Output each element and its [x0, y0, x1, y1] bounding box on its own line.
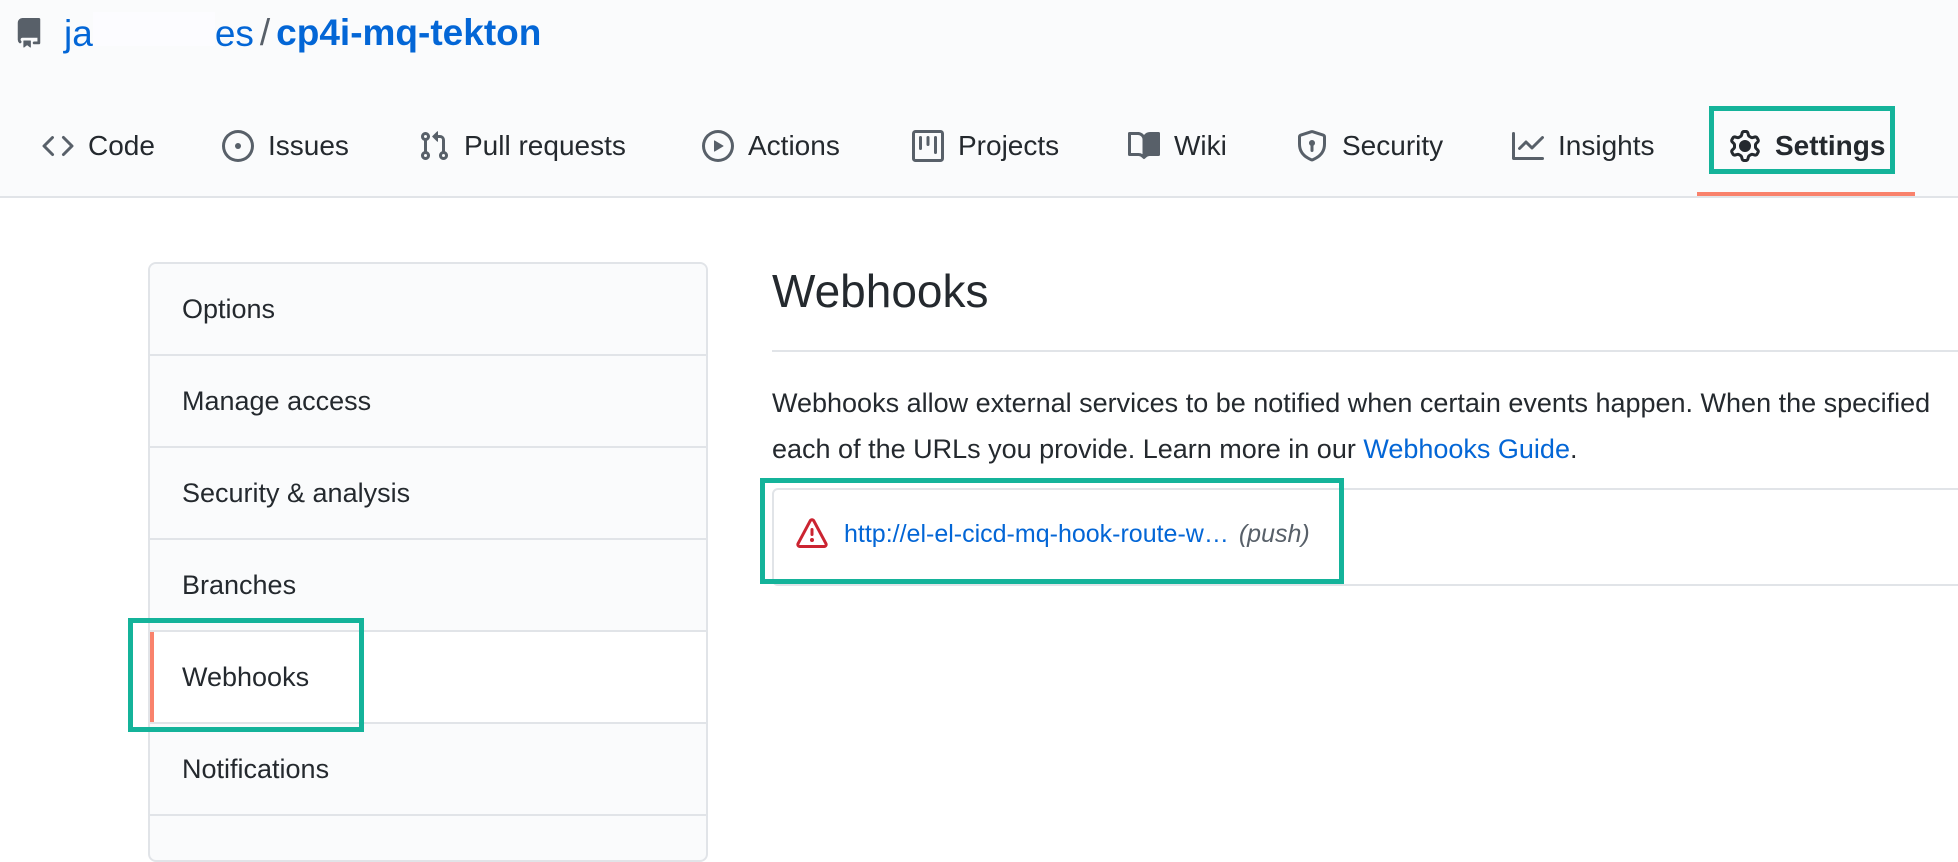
sidebar-item-security-analysis[interactable]: Security & analysis [150, 448, 706, 540]
sidebar-item-label: Options [182, 293, 276, 324]
sidebar-item-notifications[interactable]: Notifications [150, 724, 706, 816]
sidebar-item-label: Branches [182, 569, 297, 600]
project-icon [912, 130, 944, 162]
redacted-owner [92, 11, 215, 46]
tab-security[interactable]: Security [1296, 110, 1443, 182]
sidebar-item-options[interactable]: Options [150, 264, 706, 356]
tab-actions[interactable]: Actions [702, 110, 840, 182]
repo-header: ja es / cp4i-mq-tekton Code Issues Pull r… [0, 0, 1958, 198]
webhook-item-highlight [760, 478, 1344, 584]
tab-pull-requests[interactable]: Pull requests [418, 110, 626, 182]
tab-insights[interactable]: Insights [1512, 110, 1655, 182]
repo-icon [14, 15, 44, 51]
webhooks-description: Webhooks allow external services to be n… [772, 388, 1931, 464]
issue-opened-icon [222, 130, 254, 162]
tab-code[interactable]: Code [42, 110, 155, 182]
repo-name-link[interactable]: cp4i-mq-tekton [276, 12, 541, 54]
tab-wiki[interactable]: Wiki [1128, 110, 1227, 182]
play-icon [702, 130, 734, 162]
webhooks-guide-link[interactable]: Webhooks Guide [1363, 434, 1570, 464]
sidebar-item-label: Security & analysis [182, 477, 411, 508]
code-icon [42, 135, 74, 157]
sidebar-item-label: Notifications [182, 753, 330, 784]
page-title: Webhooks [772, 265, 989, 317]
webhooks-nav-highlight [128, 618, 364, 732]
sidebar-item-manage-access[interactable]: Manage access [150, 356, 706, 448]
repo-separator: / [259, 12, 271, 53]
repo-title: ja es / cp4i-mq-tekton [14, 8, 541, 58]
repo-owner-link[interactable]: ja es [64, 11, 254, 55]
git-pull-request-icon [420, 131, 449, 161]
book-icon [1128, 131, 1160, 159]
tab-issues[interactable]: Issues [222, 110, 349, 182]
selected-tab-underline [1697, 192, 1915, 196]
sidebar-item-label: Manage access [182, 385, 372, 416]
settings-tab-highlight [1709, 106, 1895, 174]
title-divider [772, 350, 1958, 352]
settings-sidebar: Options Manage access Security & analysi… [148, 262, 708, 862]
tab-projects[interactable]: Projects [912, 110, 1059, 182]
graph-icon [1512, 132, 1544, 160]
shield-icon [1298, 130, 1326, 162]
